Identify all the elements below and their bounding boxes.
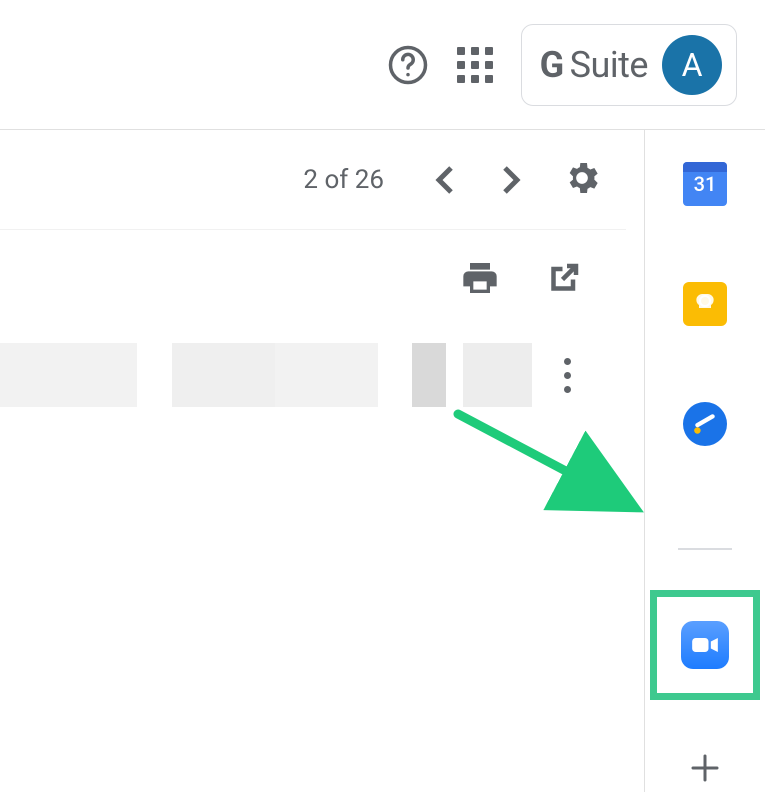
main-panel: 2 of 26 [0,130,645,792]
content-area: 2 of 26 [0,130,765,792]
avatar[interactable]: A [662,35,722,95]
zoom-addon-highlighted[interactable] [650,590,760,700]
message-actions [0,230,626,330]
redacted-bar [0,343,532,407]
pagination-toolbar: 2 of 26 [0,130,626,230]
calendar-addon[interactable]: 31 [679,158,731,210]
keep-addon[interactable] [679,278,731,330]
redacted-content-row [0,330,626,420]
tasks-addon[interactable] [679,398,731,450]
top-header: G Suite A [0,0,765,130]
side-addon-panel: 31 [645,130,765,792]
settings-gear-icon[interactable] [562,158,602,202]
side-divider [678,548,732,550]
calendar-icon: 31 [683,162,727,206]
next-button[interactable] [496,165,526,195]
previous-button[interactable] [430,165,460,195]
gsuite-account-button[interactable]: G Suite A [521,24,737,106]
help-icon[interactable] [387,44,429,86]
zoom-icon [681,621,729,669]
more-vertical-icon[interactable] [552,358,582,393]
keep-icon [683,282,727,326]
apps-grid-icon[interactable] [455,45,495,85]
pagination-counter: 2 of 26 [303,165,384,195]
add-addon-button[interactable] [685,748,725,788]
print-icon[interactable] [460,258,500,302]
gsuite-label: G Suite [540,44,648,86]
open-new-window-icon[interactable] [546,260,582,300]
tasks-icon [683,402,727,446]
